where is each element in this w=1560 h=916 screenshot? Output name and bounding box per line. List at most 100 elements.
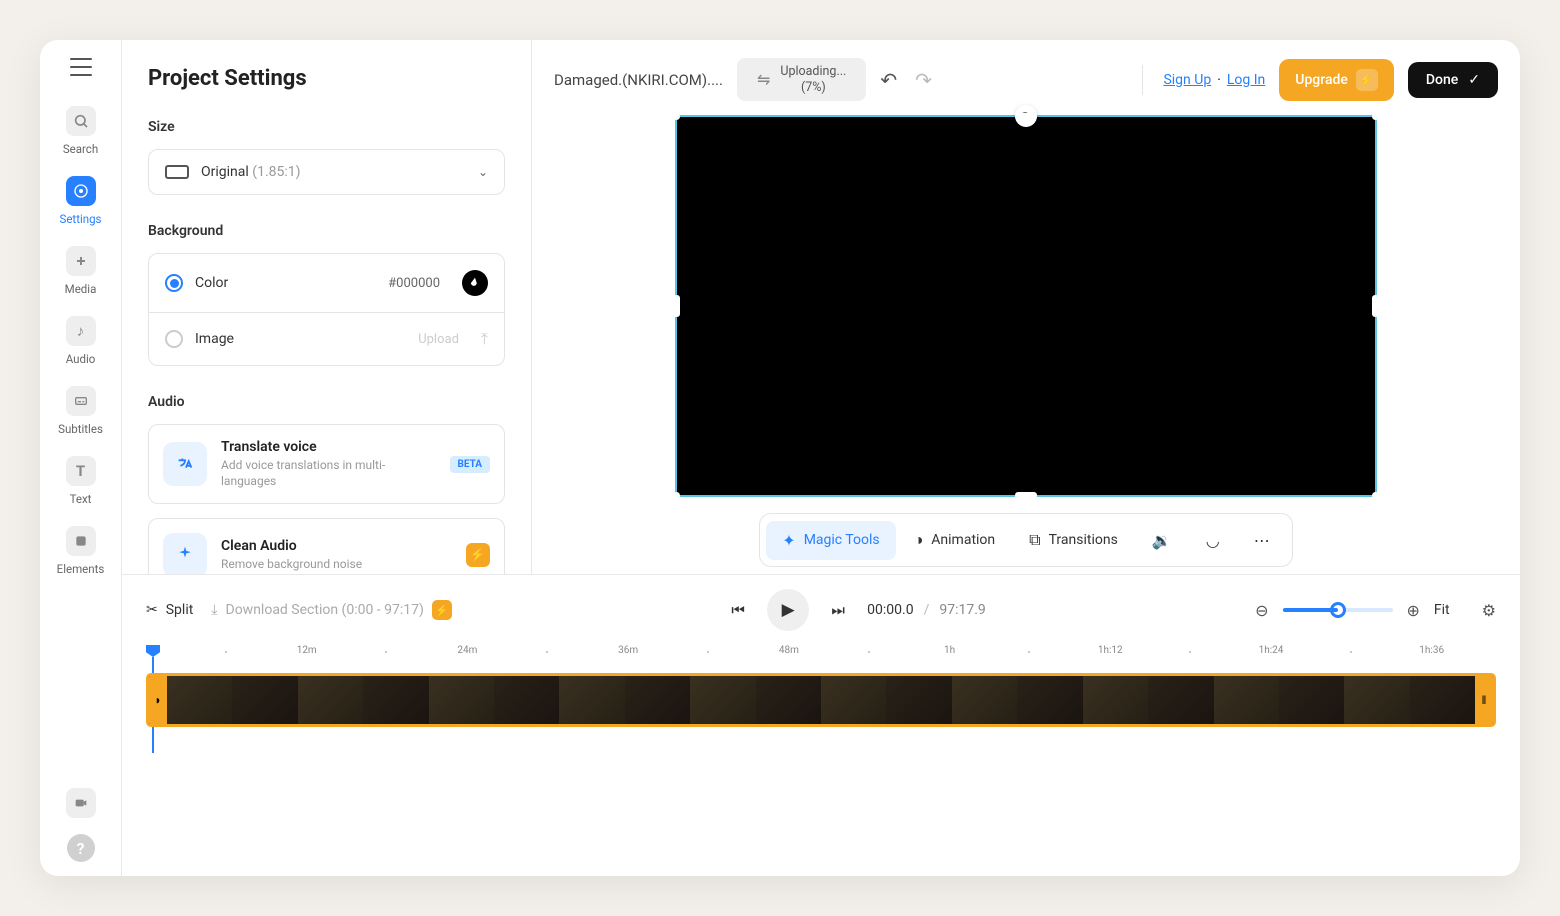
signup-link[interactable]: Sign Up	[1163, 72, 1211, 88]
nav-label: Audio	[66, 352, 96, 366]
plus-icon	[66, 246, 96, 276]
resize-handle[interactable]	[673, 113, 680, 120]
link-icon: ⇋	[757, 70, 770, 89]
timeline-ruler[interactable]: 12m24m36m48m1h1h:121h:241h:36	[122, 645, 1520, 667]
volume-icon: 🔉	[1152, 531, 1172, 550]
nav-audio[interactable]: ♪Audio	[40, 308, 121, 374]
nav-label: Media	[65, 282, 97, 296]
nav-media[interactable]: Media	[40, 238, 121, 304]
bolt-icon: ⚡	[432, 600, 452, 620]
gauge-icon: ◡	[1206, 531, 1220, 550]
zoom-thumb[interactable]	[1330, 602, 1346, 618]
ruler-tick: 1h	[944, 645, 955, 656]
elements-icon	[66, 526, 96, 556]
search-icon	[66, 106, 96, 136]
speed-button[interactable]: ◡	[1190, 521, 1236, 560]
background-label: Background	[148, 223, 505, 239]
upload-icon: ⤒	[481, 329, 488, 349]
size-ratio: (1.85:1)	[252, 164, 300, 180]
auth-links: Sign Up · Log In	[1163, 72, 1265, 88]
zoom-in-button[interactable]: ⊕	[1407, 601, 1420, 620]
preview-tools: ✦Magic Tools ◑Animation ⧉Transitions 🔉 ◡…	[759, 513, 1292, 567]
size-select[interactable]: Original (1.85:1) ⌄	[148, 149, 505, 195]
timeline-track[interactable]: ◗ ‖	[122, 667, 1520, 745]
menu-icon[interactable]	[70, 58, 92, 76]
clean-audio-desc: Remove background noise	[221, 556, 452, 572]
upload-status: Uploading...	[780, 64, 846, 80]
nav-label: Settings	[60, 212, 102, 226]
split-button[interactable]: ✂Split	[146, 602, 193, 618]
panel-title: Project Settings	[148, 66, 505, 91]
topbar: Damaged.(NKIRI.COM).... ⇋ Uploading...(7…	[554, 58, 1498, 101]
background-color-row[interactable]: Color #000000	[149, 254, 504, 312]
resize-handle[interactable]	[1015, 492, 1037, 499]
undo-button[interactable]: ↶	[880, 68, 897, 92]
video-clip[interactable]: ◗ ‖	[146, 673, 1496, 727]
more-button[interactable]: ⋯	[1238, 521, 1286, 560]
color-label: Color	[195, 275, 376, 291]
video-preview[interactable]: ⟳	[675, 115, 1377, 497]
zoom-slider[interactable]	[1283, 608, 1393, 612]
nav-elements[interactable]: Elements	[40, 518, 121, 584]
resize-handle[interactable]	[1015, 113, 1037, 120]
animation-icon: ◑	[914, 530, 924, 550]
zoom-out-button[interactable]: ⊖	[1255, 601, 1268, 620]
clip-handle-left[interactable]: ◗	[149, 676, 167, 724]
color-picker-button[interactable]	[462, 270, 488, 296]
ruler-tick: 24m	[457, 645, 477, 656]
color-radio[interactable]	[165, 274, 183, 292]
more-icon: ⋯	[1254, 531, 1270, 550]
time-display: 00:00.0 / 97:17.9	[867, 602, 986, 618]
upload-percent: (7%)	[801, 80, 826, 96]
nav-settings[interactable]: Settings	[40, 168, 121, 234]
chevron-down-icon: ⌄	[478, 165, 488, 179]
nav-text[interactable]: TText	[40, 448, 121, 514]
color-hex: #000000	[388, 276, 440, 291]
nav-search[interactable]: Search	[40, 98, 121, 164]
nav-label: Subtitles	[58, 422, 103, 436]
clip-thumbnails	[167, 676, 1475, 724]
fit-button[interactable]: Fit	[1434, 602, 1450, 618]
record-icon[interactable]	[66, 788, 96, 818]
done-button[interactable]: Done✓	[1408, 62, 1498, 98]
audio-label: Audio	[148, 394, 505, 410]
timeline-settings-button[interactable]: ⚙	[1482, 601, 1496, 620]
translate-voice-card[interactable]: Translate voice Add voice translations i…	[148, 424, 505, 504]
download-icon: ⤓	[211, 602, 217, 618]
translate-desc: Add voice translations in multi-language…	[221, 457, 436, 489]
magic-tools-button[interactable]: ✦Magic Tools	[766, 521, 895, 560]
play-button[interactable]: ▶	[767, 589, 809, 631]
current-time: 00:00.0	[867, 602, 913, 618]
nav-label: Text	[70, 492, 92, 506]
upgrade-button[interactable]: Upgrade⚡	[1279, 59, 1394, 101]
resize-handle[interactable]	[1372, 295, 1379, 317]
resize-handle[interactable]	[673, 492, 680, 499]
translate-title: Translate voice	[221, 439, 436, 455]
nav-subtitles[interactable]: Subtitles	[40, 378, 121, 444]
image-radio[interactable]	[165, 330, 183, 348]
settings-panel: Project Settings Size Original (1.85:1) …	[122, 40, 532, 574]
ruler-tick: 48m	[779, 645, 799, 656]
background-image-row[interactable]: Image Upload ⤒	[149, 312, 504, 365]
skip-back-button[interactable]: ⏮	[721, 593, 755, 627]
animation-button[interactable]: ◑Animation	[898, 520, 1012, 560]
login-link[interactable]: Log In	[1227, 72, 1265, 88]
volume-button[interactable]: 🔉	[1136, 521, 1188, 560]
resize-handle[interactable]	[1372, 492, 1379, 499]
resize-handle[interactable]	[673, 295, 680, 317]
download-section-button[interactable]: ⤓Download Section (0:00 - 97:17)⚡	[211, 600, 452, 620]
transitions-icon: ⧉	[1029, 530, 1040, 550]
transitions-button[interactable]: ⧉Transitions	[1013, 520, 1134, 560]
skip-forward-button[interactable]: ⏭	[821, 593, 855, 627]
project-name[interactable]: Damaged.(NKIRI.COM)....	[554, 71, 723, 89]
resize-handle[interactable]	[1372, 113, 1379, 120]
size-label: Size	[148, 119, 505, 135]
clean-audio-title: Clean Audio	[221, 538, 452, 554]
total-time: 97:17.9	[939, 602, 985, 618]
clean-audio-card[interactable]: Clean Audio Remove background noise ⚡	[148, 518, 505, 574]
help-icon[interactable]: ?	[67, 834, 95, 862]
redo-button[interactable]: ↷	[915, 68, 932, 92]
clip-handle-right[interactable]: ‖	[1475, 676, 1493, 724]
settings-icon	[66, 176, 96, 206]
sparkle-icon	[163, 533, 207, 574]
